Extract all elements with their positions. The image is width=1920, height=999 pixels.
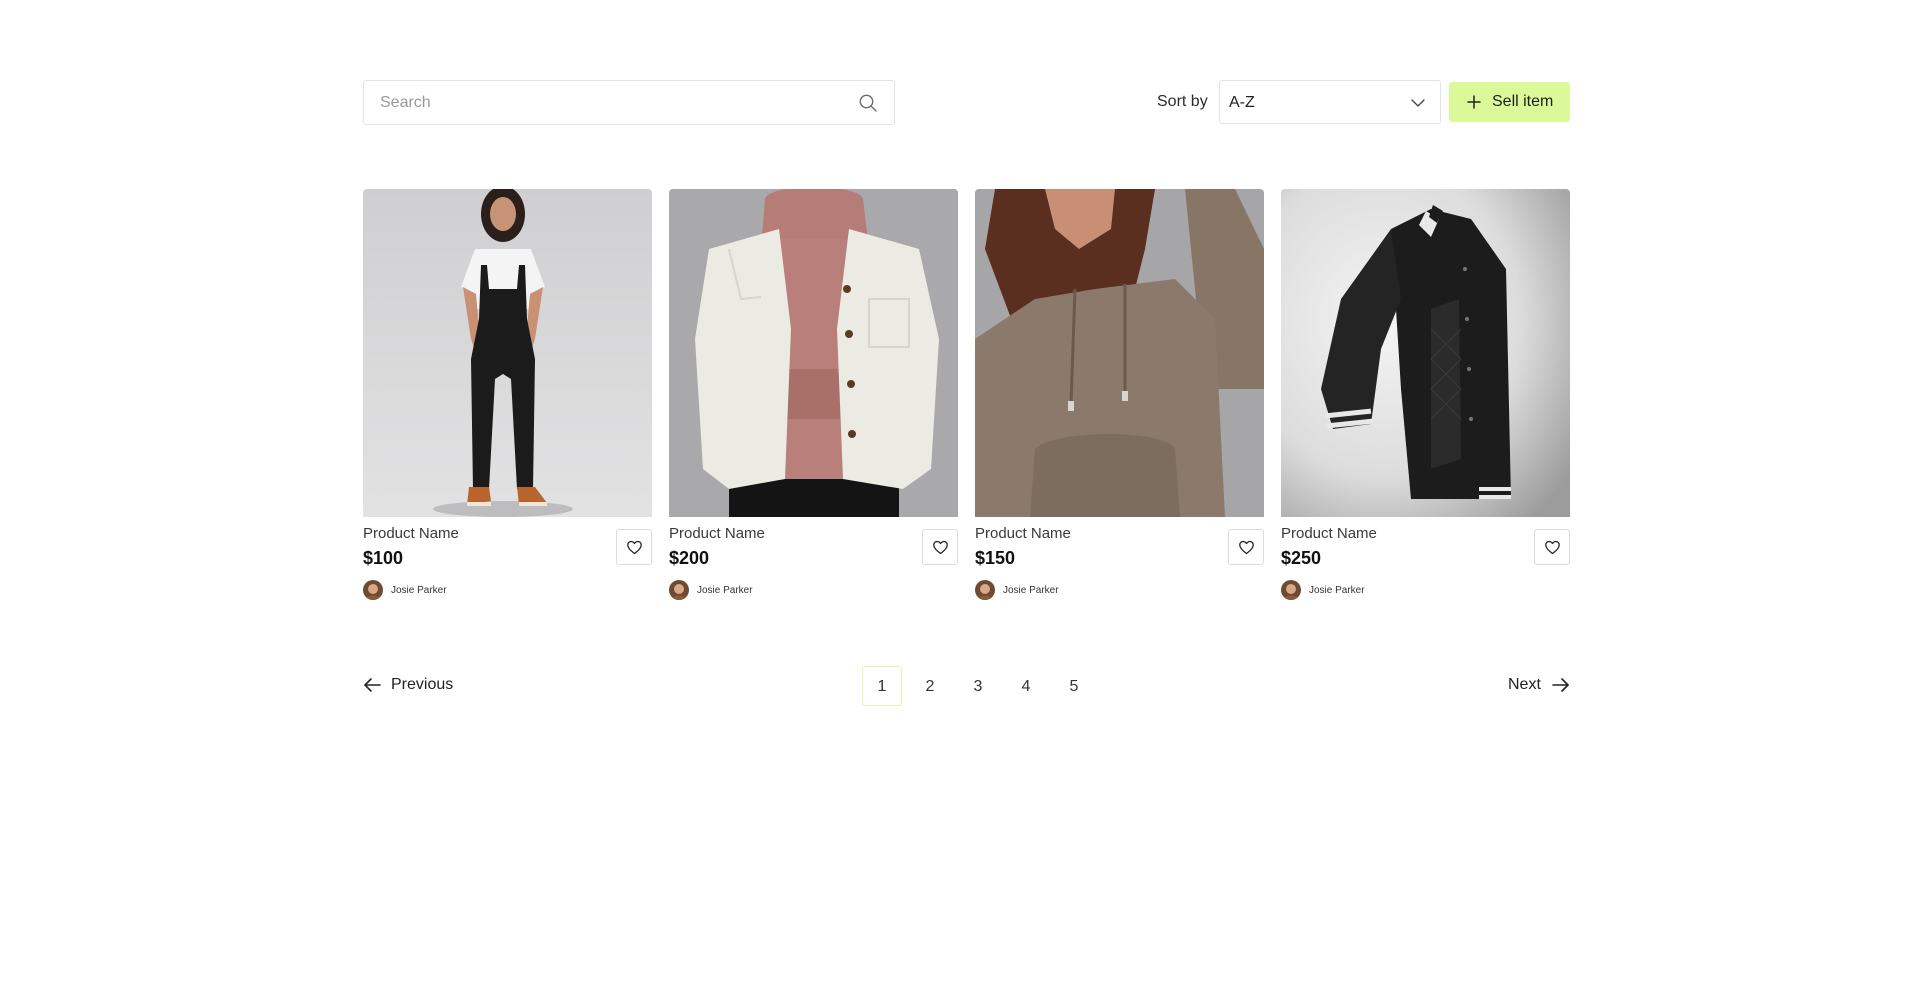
pagination: Previous 1 2 3 4 5 Next — [363, 666, 1570, 706]
heart-icon — [1239, 540, 1254, 555]
product-name[interactable]: Product Name — [975, 525, 1071, 542]
search-input[interactable] — [364, 81, 894, 124]
sell-item-button[interactable]: Sell item — [1449, 82, 1570, 122]
seller-name: Josie Parker — [697, 585, 753, 596]
heart-icon — [933, 540, 948, 555]
sell-item-label: Sell item — [1492, 93, 1554, 110]
product-name[interactable]: Product Name — [363, 525, 459, 542]
page-number-4[interactable]: 4 — [1006, 666, 1046, 706]
sort-selected-value: A-Z — [1229, 94, 1255, 111]
seller-name: Josie Parker — [391, 585, 447, 596]
previous-label: Previous — [391, 676, 454, 693]
page-number-5[interactable]: 5 — [1054, 666, 1094, 706]
heart-icon — [627, 540, 642, 555]
sort-select[interactable]: A-Z — [1219, 80, 1441, 124]
avatar — [363, 580, 383, 600]
chevron-down-icon — [1411, 99, 1425, 107]
product-card[interactable]: Product Name $150 Josie Parker — [975, 189, 1264, 604]
avatar — [975, 580, 995, 600]
product-image[interactable] — [975, 189, 1264, 517]
favorite-button[interactable] — [922, 529, 958, 565]
search-icon[interactable] — [858, 93, 878, 113]
plus-icon — [1467, 95, 1481, 109]
product-price: $100 — [363, 548, 404, 568]
favorite-button[interactable] — [1534, 529, 1570, 565]
product-image[interactable] — [1281, 189, 1570, 517]
sort-label: Sort by — [1157, 93, 1208, 110]
product-card[interactable]: Product Name $250 Josie Parker — [1281, 189, 1570, 604]
avatar — [1281, 580, 1301, 600]
heart-icon — [1545, 540, 1560, 555]
product-name[interactable]: Product Name — [1281, 525, 1377, 542]
seller-name: Josie Parker — [1309, 585, 1365, 596]
seller-name: Josie Parker — [1003, 585, 1059, 596]
product-card[interactable]: Product Name $200 Josie Parker — [669, 189, 958, 604]
arrow-left-icon — [364, 678, 381, 692]
page-number-1[interactable]: 1 — [862, 666, 902, 706]
next-page-button[interactable]: Next — [1508, 675, 1570, 697]
product-image[interactable] — [669, 189, 958, 517]
favorite-button[interactable] — [616, 529, 652, 565]
product-card[interactable]: Product Name $100 Josie Parker — [363, 189, 652, 604]
next-label: Next — [1508, 676, 1541, 693]
arrow-right-icon — [1552, 678, 1569, 692]
product-grid: Product Name $100 Josie Parker Product N… — [363, 189, 1570, 604]
marketplace-page: Sort by A-Z Sell item — [0, 0, 1920, 999]
product-price: $250 — [1281, 548, 1322, 568]
page-number-2[interactable]: 2 — [910, 666, 950, 706]
product-name[interactable]: Product Name — [669, 525, 765, 542]
search-box[interactable] — [363, 80, 895, 125]
product-image[interactable] — [363, 189, 652, 517]
toolbar: Sort by A-Z Sell item — [363, 80, 1570, 125]
product-price: $150 — [975, 548, 1016, 568]
product-price: $200 — [669, 548, 710, 568]
avatar — [669, 580, 689, 600]
favorite-button[interactable] — [1228, 529, 1264, 565]
page-number-3[interactable]: 3 — [958, 666, 998, 706]
